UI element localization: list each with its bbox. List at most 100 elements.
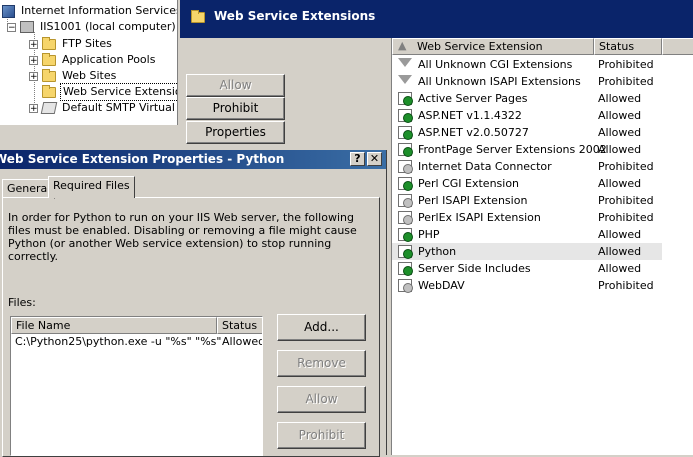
iis-icon [2,4,15,18]
file-name: C:\Python25\python.exe -u "%s" "%s" [15,335,222,348]
column-header-file-name[interactable]: File Name [11,317,217,334]
extension-name: All Unknown CGI Extensions [418,58,573,71]
sort-arrow-icon: ▲ [398,39,407,52]
server-icon [20,21,34,33]
tree-item-label: Application Pools [62,53,156,66]
tree-pane: Internet Information Services − IIS1001 … [0,0,178,125]
properties-button[interactable]: Properties [186,121,285,144]
column-label: Status [599,40,635,53]
tree-server[interactable]: − IIS1001 (local computer) [7,19,177,35]
column-label: Status [222,319,258,332]
extensions-banner: Web Service Extensions [180,0,693,38]
extension-name: ASP.NET v1.1.4322 [418,109,522,122]
extension-row[interactable]: Active Server Pages Allowed [392,90,662,107]
column-header-extension[interactable]: ▲ Web Service Extension [392,38,594,55]
extension-name: PerlEx ISAPI Extension [418,211,541,224]
extension-status: Allowed [598,109,642,122]
folder-icon [42,84,56,98]
extension-status: Allowed [598,143,642,156]
extension-status: Prohibited [598,279,654,292]
extension-icon [398,143,413,157]
tree-item-label: Web Sites [62,69,117,82]
extension-row[interactable]: PHP Allowed [392,226,662,243]
dialog-title: Web Service Extension Properties - Pytho… [0,152,285,166]
expand-icon[interactable]: + [29,55,38,65]
expand-icon[interactable]: + [29,103,38,113]
add-button[interactable]: Add... [277,314,366,341]
collapse-icon[interactable]: − [7,22,16,32]
dialog-allow-button[interactable]: Allow [277,386,366,413]
extension-icon [398,262,413,276]
column-label: File Name [16,319,71,332]
files-list[interactable]: File Name Status C:\Python25\python.exe … [10,316,263,456]
tree-item-smtp[interactable]: + Default SMTP Virtual Server [29,100,177,116]
filter-icon [398,75,412,84]
extension-name: Perl CGI Extension [418,177,520,190]
help-button[interactable]: ? [350,152,365,166]
column-header-file-status[interactable]: Status [217,317,262,334]
tree-root[interactable]: Internet Information Services [2,3,178,19]
extension-icon [398,279,413,293]
tree-item-ftp-sites[interactable]: + FTP Sites [29,36,114,52]
extension-status: Allowed [598,126,642,139]
extension-row[interactable]: WebDAV Prohibited [392,277,662,294]
dialog-prohibit-button[interactable]: Prohibit [277,422,366,449]
extension-status: Prohibited [598,194,654,207]
extension-list[interactable]: ▲ Web Service Extension Status All Unkno… [391,38,693,455]
folder-icon [42,68,56,82]
tree-item-application-pools[interactable]: + Application Pools [29,52,157,68]
prohibit-button[interactable]: Prohibit [186,97,285,120]
tree-server-label: IIS1001 (local computer) [40,20,176,33]
file-status: Allowed [222,335,263,348]
tree-root-label: Internet Information Services [21,4,178,17]
extension-name: WebDAV [418,279,465,292]
extension-row[interactable]: FrontPage Server Extensions 2002 Allowed [392,141,662,158]
extension-row[interactable]: PerlEx ISAPI Extension Prohibited [392,209,662,226]
extension-status: Allowed [598,92,642,105]
extension-row[interactable]: Server Side Includes Allowed [392,260,662,277]
column-header-status[interactable]: Status [594,38,662,55]
extension-row[interactable]: ASP.NET v1.1.4322 Allowed [392,107,662,124]
extension-icon [398,92,413,106]
column-label: Web Service Extension [417,40,543,53]
description-text: In order for Python to run on your IIS W… [8,211,357,263]
extension-name: PHP [418,228,440,241]
extension-row[interactable]: All Unknown CGI Extensions Prohibited [392,56,662,73]
close-icon: ✕ [369,152,380,165]
extension-name: Server Side Includes [418,262,531,275]
extension-icon [398,211,413,225]
remove-button[interactable]: Remove [277,350,366,377]
extension-row[interactable]: All Unknown ISAPI Extensions Prohibited [392,73,662,90]
extension-icon [398,194,413,208]
tab-required-files[interactable]: Required Files [48,176,135,198]
folder-icon [42,36,56,50]
extension-name: Internet Data Connector [418,160,552,173]
extension-name: Active Server Pages [418,92,528,105]
extension-name: All Unknown ISAPI Extensions [418,75,581,88]
extension-row[interactable]: Python Allowed [392,243,662,260]
file-row[interactable]: C:\Python25\python.exe -u "%s" "%s" Allo… [15,335,262,348]
extension-row[interactable]: Perl CGI Extension Allowed [392,175,662,192]
extension-icon [398,245,413,259]
close-button[interactable]: ✕ [367,152,382,166]
extension-name: Perl ISAPI Extension [418,194,528,207]
allow-button[interactable]: Allow [186,74,285,97]
tree-item-web-service-extensions[interactable]: Web Service Extensions [42,83,177,101]
tree-item-web-sites[interactable]: + Web Sites [29,68,118,84]
extension-icon [398,228,413,242]
extension-row[interactable]: Internet Data Connector Prohibited [392,158,662,175]
extension-icon [398,160,413,174]
folder-icon [42,52,56,66]
extension-icon [398,177,413,191]
extension-row[interactable]: ASP.NET v2.0.50727 Allowed [392,124,662,141]
tree-item-label: Web Service Extensions [60,83,177,101]
dialog-title-bar[interactable]: Web Service Extension Properties - Pytho… [0,150,386,169]
extension-icon [398,109,413,123]
extension-row[interactable]: Perl ISAPI Extension Prohibited [392,192,662,209]
expand-icon[interactable]: + [29,39,38,49]
expand-icon[interactable]: + [29,71,38,81]
help-icon: ? [354,152,361,165]
extension-status: Prohibited [598,58,654,71]
tree-item-label: FTP Sites [62,37,112,50]
extension-status: Prohibited [598,75,654,88]
